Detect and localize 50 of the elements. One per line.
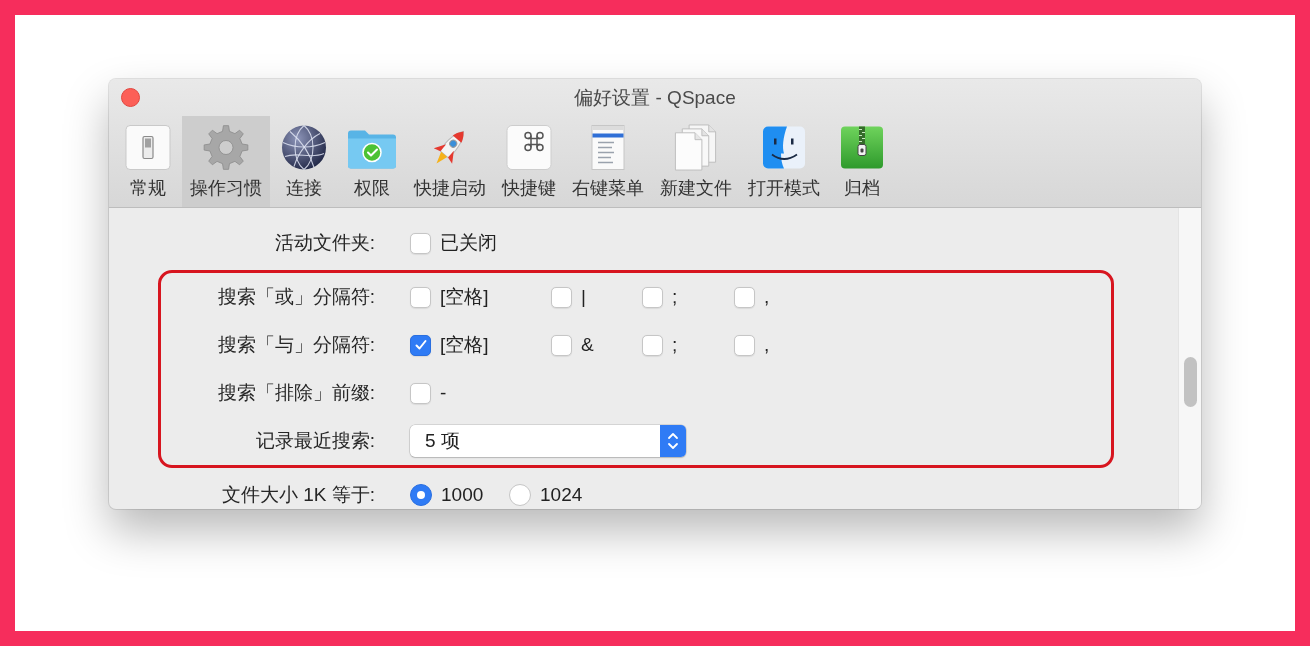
checkbox[interactable] xyxy=(551,286,572,308)
stepper-arrows-icon xyxy=(660,425,686,457)
checkbox-label: - xyxy=(440,382,447,404)
setting-label: 活动文件夹: xyxy=(273,231,375,255)
setting-label: 记录最近搜索: xyxy=(254,429,375,453)
checkbox[interactable] xyxy=(642,286,663,308)
checkbox-label: , xyxy=(764,286,770,308)
globe-icon xyxy=(280,123,328,172)
checkbox[interactable] xyxy=(410,382,431,404)
setting-label: 搜索「排除」前缀: xyxy=(216,381,375,405)
checkbox-label: [空格] xyxy=(440,333,489,357)
preferences-tab[interactable]: 打开模式 xyxy=(740,116,828,207)
scrollbar-thumb[interactable] xyxy=(1183,357,1197,407)
preferences-tab[interactable]: 快捷键 xyxy=(494,116,564,207)
checkbox[interactable] xyxy=(734,334,755,356)
close-button[interactable] xyxy=(121,88,140,107)
checkbox[interactable] xyxy=(734,286,755,308)
radio-button[interactable] xyxy=(410,484,432,506)
checkbox-label: 已关闭 xyxy=(440,231,497,255)
checkbox-label: , xyxy=(764,334,770,356)
preferences-tab[interactable]: 常规 xyxy=(114,116,182,207)
checkbox[interactable] xyxy=(410,232,431,254)
setting-label: 搜索「或」分隔符: xyxy=(216,285,375,309)
checkbox[interactable] xyxy=(642,334,663,356)
preferences-tab[interactable]: 右键菜单 xyxy=(564,116,652,207)
radio-label: 1000 xyxy=(441,484,484,506)
preferences-tab[interactable]: 归档 xyxy=(828,116,896,207)
preferences-tab[interactable]: 操作习惯 xyxy=(182,116,270,207)
preferences-tab[interactable]: 权限 xyxy=(338,116,406,207)
checkbox-label: [空格] xyxy=(440,285,489,309)
checkbox-label: ; xyxy=(672,286,678,308)
preferences-tab[interactable]: 连接 xyxy=(270,116,338,207)
checkbox-label: & xyxy=(581,334,594,356)
setting-label: 文件大小 1K 等于: xyxy=(220,483,375,507)
checkbox[interactable] xyxy=(410,334,431,356)
setting-label: 搜索「与」分隔符: xyxy=(216,333,375,357)
checkbox[interactable] xyxy=(551,334,572,356)
command-key-icon xyxy=(505,123,553,172)
checkbox-label: ; xyxy=(672,334,678,356)
check-icon xyxy=(413,338,428,352)
toggle-switch-icon xyxy=(124,123,172,172)
dropdown-select[interactable]: 5 项 xyxy=(410,425,686,457)
window-title: 偏好设置 - QSpace xyxy=(574,85,736,110)
radio-button[interactable] xyxy=(509,484,531,506)
radio-label: 1024 xyxy=(540,484,583,506)
preferences-tab[interactable]: 新建文件 xyxy=(652,116,740,207)
preferences-tab[interactable]: 快捷启动 xyxy=(406,116,494,207)
gear-icon xyxy=(202,123,250,172)
checkbox[interactable] xyxy=(410,286,431,308)
checkbox-label: | xyxy=(581,286,586,308)
